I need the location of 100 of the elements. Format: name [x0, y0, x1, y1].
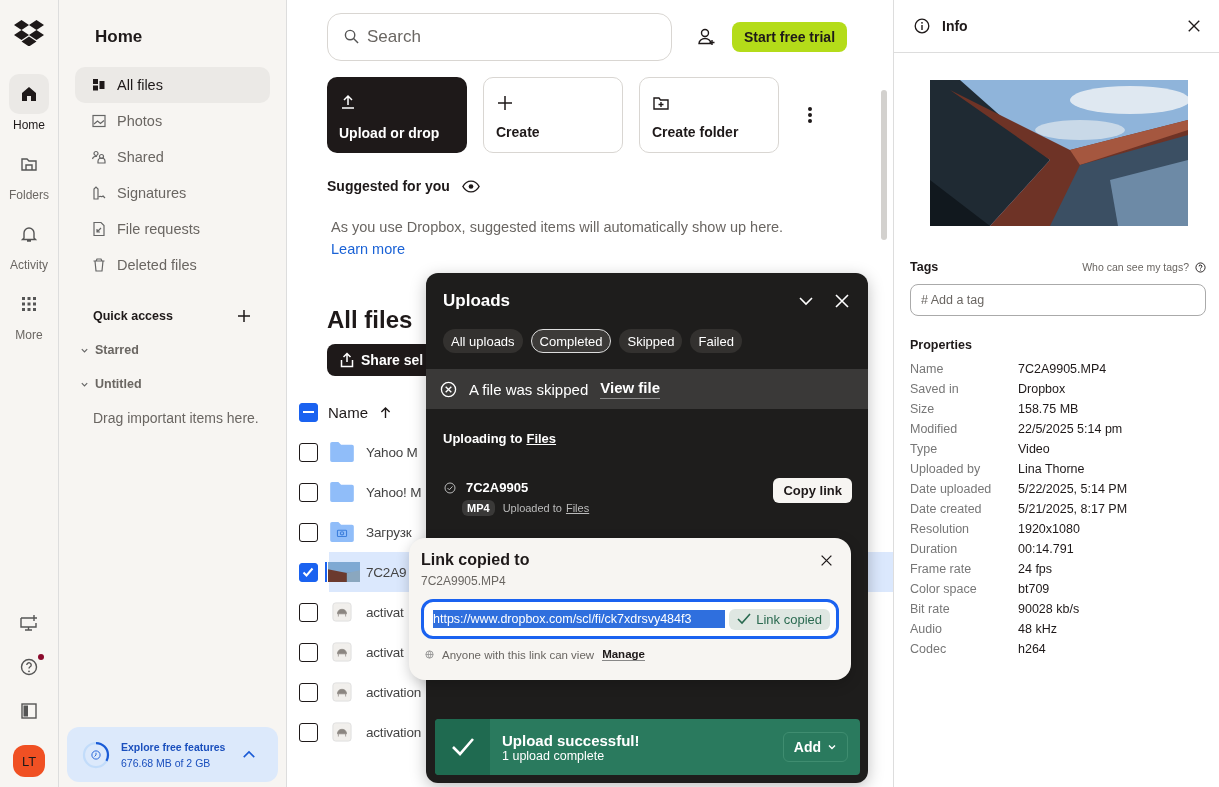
sidebar-item[interactable]: Photos [75, 103, 270, 139]
file-name[interactable]: Загрузк [366, 524, 412, 540]
rail-nav-item[interactable]: Home [0, 74, 58, 132]
rail-nav-item[interactable]: More [0, 284, 58, 342]
action-card-button[interactable]: Create [483, 77, 623, 153]
rail-nav-item[interactable]: Folders [0, 144, 58, 202]
check-icon [737, 613, 752, 625]
success-title: Upload successful! [502, 731, 641, 749]
filter-chip[interactable]: Completed [530, 329, 612, 353]
property-value: bt709 [1018, 581, 1051, 597]
row-checkbox[interactable] [298, 442, 318, 462]
help-icon[interactable] [19, 657, 39, 677]
tag-input-field[interactable]: # Add a tag [910, 284, 1206, 316]
panel-title: Uploads [443, 291, 512, 311]
file-name[interactable]: activat [366, 644, 404, 660]
filter-chip[interactable]: Skipped [619, 329, 683, 353]
people-icon [91, 149, 107, 165]
quick-access-section[interactable]: Starred [80, 343, 270, 357]
property-label: Modified [910, 421, 959, 437]
property-label: Bit rate [910, 601, 951, 617]
quick-access-section[interactable]: Untitled [80, 377, 270, 391]
property-label: Saved in [910, 381, 960, 397]
file-name[interactable]: Yahoo M [366, 444, 418, 460]
storage-card[interactable]: Explore free features 676.68 MB of 2 GB [67, 727, 278, 782]
file-icon [332, 642, 352, 662]
upload-status: Uploaded to [502, 502, 562, 514]
add-icon[interactable] [238, 310, 250, 322]
manage-link[interactable]: Manage [602, 648, 645, 661]
eye-icon[interactable] [461, 179, 480, 193]
action-card-button[interactable]: Create folder [639, 77, 779, 153]
property-label: Audio [910, 621, 943, 637]
empty-hint: Drag important items here. [93, 409, 260, 428]
filter-chip[interactable]: Failed [690, 329, 742, 353]
more-options-icon[interactable] [807, 106, 813, 124]
image-icon [91, 113, 107, 129]
destination-link[interactable]: Files [565, 502, 590, 514]
storage-meter [81, 739, 111, 770]
property-value: 7C2A9905.MP4 [1018, 361, 1108, 377]
file-name[interactable]: activation [366, 684, 422, 700]
row-checkbox[interactable] [298, 682, 318, 702]
column-header[interactable]: Name [328, 403, 368, 421]
link-copied-status: Link copied [729, 608, 830, 630]
section-heading: Tags [910, 260, 940, 274]
copy-link-button[interactable]: Copy link [773, 478, 852, 503]
row-checkbox[interactable] [298, 602, 318, 622]
action-card-button[interactable]: Upload or drop [327, 77, 467, 153]
sidebar-item[interactable]: File requests [75, 211, 270, 247]
row-checkbox[interactable] [298, 482, 318, 502]
search-field[interactable]: Search [327, 13, 672, 61]
row-checkbox[interactable] [298, 522, 318, 542]
globe-icon [425, 650, 434, 659]
sidebar-item[interactable]: Signatures [75, 175, 270, 211]
file-name[interactable]: 7C2A9 [366, 564, 407, 580]
destination-link[interactable]: Files [526, 431, 557, 446]
tags-help-link[interactable]: Who can see my tags? [1082, 261, 1189, 273]
learn-more-link[interactable]: Learn more [331, 241, 406, 257]
dropbox-logo[interactable] [14, 20, 44, 46]
add-user-icon[interactable] [696, 27, 716, 47]
property-value: 22/5/2025 5:14 pm [1018, 421, 1124, 437]
popup-title: Link copied to [421, 551, 530, 569]
file-type-tag: MP4 [462, 500, 495, 516]
chevron-up-icon[interactable] [242, 750, 256, 759]
file-name[interactable]: Yahoo! M [366, 484, 422, 500]
panel-icon[interactable] [19, 701, 39, 721]
row-checkbox[interactable] [298, 562, 318, 582]
select-all-checkbox[interactable] [299, 402, 318, 422]
row-checkbox[interactable] [298, 722, 318, 742]
help-icon[interactable] [1195, 261, 1206, 273]
property-label: Size [910, 401, 936, 417]
filter-chip[interactable]: All uploads [443, 329, 523, 353]
property-value: 48 kHz [1018, 621, 1058, 637]
sort-up-icon[interactable] [380, 405, 391, 419]
rail-nav-item[interactable]: Activity [0, 214, 58, 272]
quick-access-heading: Quick access [93, 309, 173, 323]
suggestion-message: As you use Dropbox, suggested items will automatically show up here. Learn more [331, 218, 785, 259]
upload-icon [339, 93, 357, 111]
row-checkbox[interactable] [298, 642, 318, 662]
view-file-link[interactable]: View file [600, 379, 660, 399]
section-heading: Properties [910, 338, 973, 352]
add-button[interactable]: Add [782, 732, 848, 762]
property-value: 5/21/2025, 8:17 PM [1018, 501, 1129, 517]
camera-folder-icon [330, 522, 354, 542]
monitor-icon[interactable] [19, 613, 39, 633]
bell-icon [19, 224, 39, 244]
storage-usage: 676.68 MB of 2 GB [121, 756, 212, 769]
file-name[interactable]: activation [366, 724, 422, 740]
property-label: Name [910, 361, 945, 377]
sidebar-item[interactable]: Shared [75, 139, 270, 175]
sidebar-item[interactable]: All files [75, 67, 270, 103]
sidebar-item[interactable]: Deleted files [75, 247, 270, 283]
close-icon[interactable] [820, 553, 833, 567]
close-icon[interactable] [1187, 19, 1201, 33]
property-value: Dropbox [1018, 381, 1067, 397]
property-value: 1920x1080 [1018, 521, 1081, 537]
user-avatar[interactable]: LT [13, 745, 45, 777]
start-trial-button[interactable]: Start free trial [732, 22, 848, 52]
property-value: 5/22/2025, 5:14 PM [1018, 481, 1129, 497]
link-field[interactable]: https://www.dropbox.com/scl/fi/ck7xdrsvy484f3 Link copied [421, 599, 839, 639]
upload-file-name: 7C2A9905 [466, 480, 530, 495]
file-name[interactable]: activat [366, 604, 404, 620]
